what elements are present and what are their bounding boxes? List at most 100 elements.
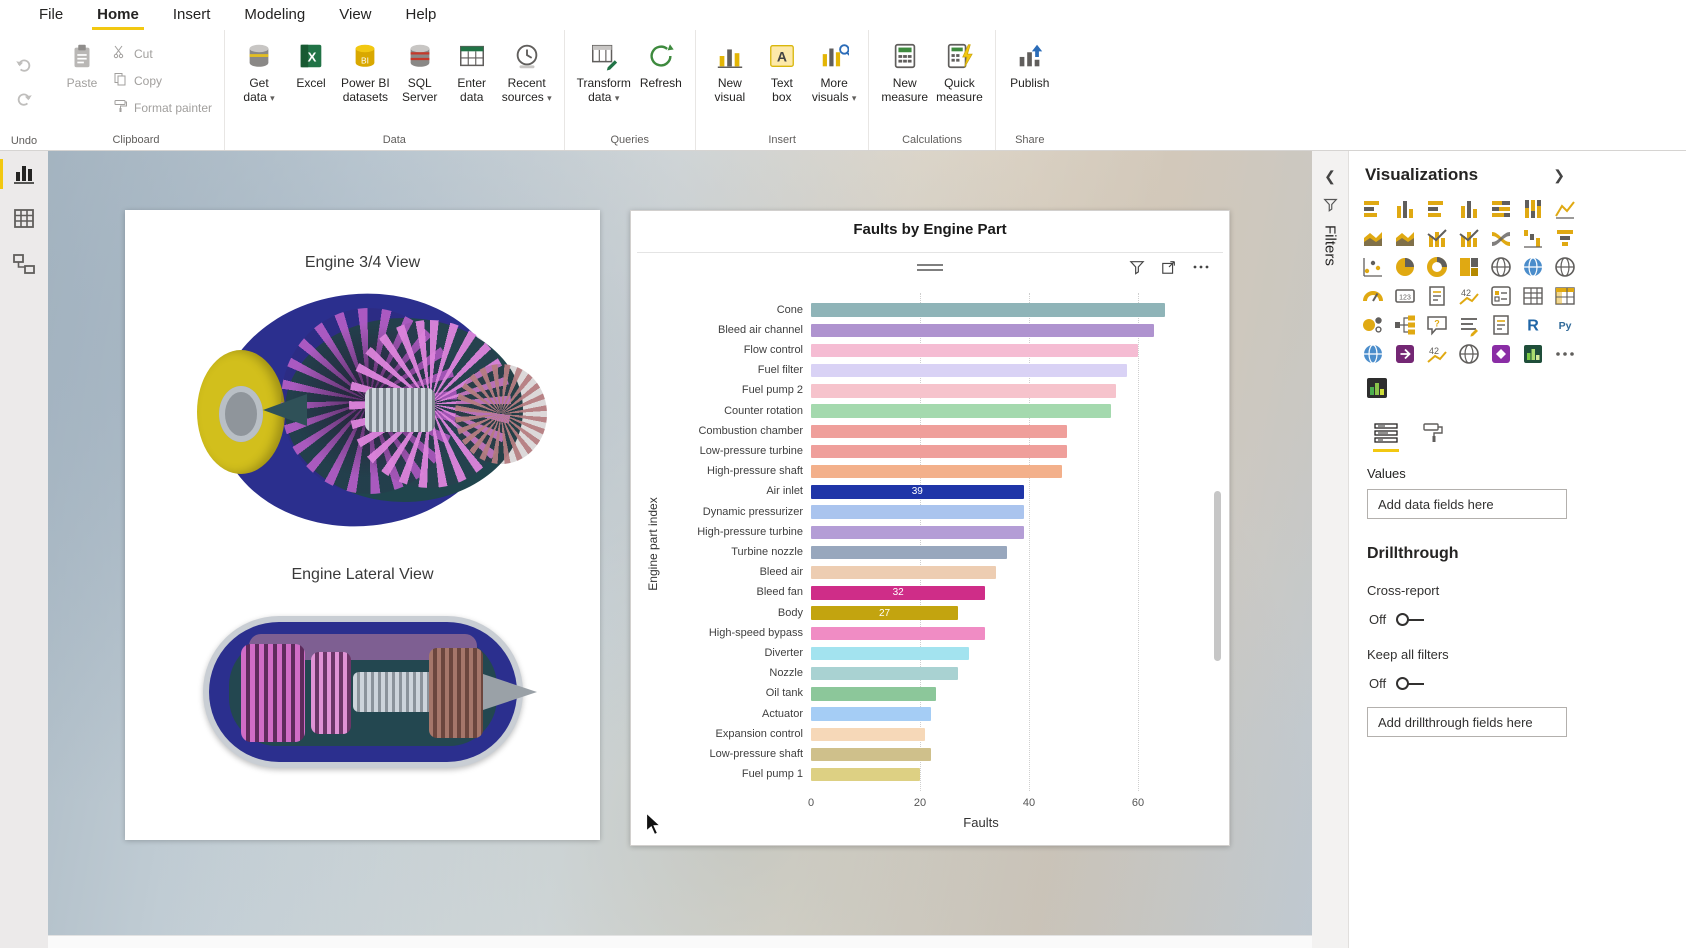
menu-item-view[interactable]: View (322, 0, 388, 30)
key-influencers-icon[interactable] (1361, 313, 1385, 337)
paginated-report-icon[interactable] (1489, 313, 1513, 337)
ribbon-chart-icon[interactable] (1489, 226, 1513, 250)
kpi-icon[interactable]: 42 (1457, 284, 1481, 308)
bar-expansion-control[interactable] (811, 728, 925, 742)
table-icon[interactable] (1521, 284, 1545, 308)
get-data-button[interactable]: Getdata ▾ (233, 36, 285, 105)
bar-high-speed-bypass[interactable] (811, 627, 985, 641)
bar-fuel-pump-2[interactable] (811, 384, 1116, 398)
imported-custom-visual[interactable] (1365, 376, 1686, 405)
cut-button[interactable]: Cut (112, 44, 212, 63)
format-tab[interactable] (1421, 421, 1445, 452)
cross-report-toggle[interactable] (1396, 613, 1424, 626)
bar-diverter[interactable] (811, 647, 969, 661)
keep-all-filters-toggle[interactable] (1396, 677, 1424, 690)
stacked-column-chart-icon[interactable] (1393, 197, 1417, 221)
stacked-area-chart-icon[interactable] (1393, 226, 1417, 250)
visual-faults-chart[interactable]: Faults by Engine Part Engine part index … (630, 210, 1230, 846)
bar-combustion-chamber[interactable] (811, 425, 1067, 439)
chart-vertical-scrollbar[interactable] (1214, 491, 1221, 661)
copy-button[interactable]: Copy (112, 71, 212, 90)
menu-item-file[interactable]: File (22, 0, 80, 30)
map-icon[interactable] (1489, 255, 1513, 279)
enter-data-button[interactable]: Enterdata (446, 36, 498, 104)
add-data-fields-well[interactable]: Add data fields here (1367, 489, 1567, 519)
fields-tab[interactable] (1373, 421, 1399, 452)
100-stacked-column-chart-icon[interactable] (1521, 197, 1545, 221)
python-visual-icon[interactable]: Py (1553, 313, 1577, 337)
bar-flow-control[interactable] (811, 344, 1138, 358)
clustered-bar-chart-icon[interactable] (1425, 197, 1449, 221)
donut-chart-icon[interactable] (1425, 255, 1449, 279)
more-options-icon[interactable] (1553, 342, 1577, 366)
filters-pane-title[interactable]: Filters (1322, 225, 1339, 266)
undo-icon[interactable] (15, 48, 33, 82)
line-and-stacked-column-chart-icon[interactable] (1425, 226, 1449, 250)
line-chart-icon[interactable] (1553, 197, 1577, 221)
decomposition-tree-icon[interactable] (1393, 313, 1417, 337)
bar-bleed-air-channel[interactable] (811, 324, 1154, 338)
area-chart-icon[interactable] (1361, 226, 1385, 250)
bar-cone[interactable] (811, 303, 1165, 317)
custom-visual-icon[interactable] (1521, 342, 1545, 366)
matrix-icon[interactable] (1553, 284, 1577, 308)
waterfall-chart-icon[interactable] (1521, 226, 1545, 250)
funnel-chart-icon[interactable] (1553, 226, 1577, 250)
new-visual-button[interactable]: Newvisual (704, 36, 756, 104)
power-bi-datasets-button[interactable]: BIPower BIdatasets (337, 36, 394, 104)
format-painter-button[interactable]: Format painter (112, 98, 212, 117)
redo-icon[interactable] (15, 82, 33, 116)
qa-visual-icon[interactable]: ? (1425, 313, 1449, 337)
menu-item-home[interactable]: Home (80, 0, 156, 30)
report-view-button[interactable] (0, 151, 48, 197)
paste-button[interactable]: Paste (56, 36, 108, 90)
bar-bleed-fan[interactable]: 32 (811, 586, 985, 600)
report-canvas[interactable]: Engine 3/4 View Engine Lateral View (48, 151, 1312, 948)
add-drillthrough-fields-well[interactable]: Add drillthrough fields here (1367, 707, 1567, 737)
filters-funnel-icon[interactable] (1312, 191, 1348, 217)
transform-data-button[interactable]: Transformdata ▾ (573, 36, 635, 105)
multi-row-card-icon[interactable] (1425, 284, 1449, 308)
collapse-visualizations-chevron-icon[interactable]: ❯ (1549, 167, 1569, 184)
pie-chart-icon[interactable] (1393, 255, 1417, 279)
stacked-bar-chart-icon[interactable] (1361, 197, 1385, 221)
menu-item-modeling[interactable]: Modeling (227, 0, 322, 30)
refresh-button[interactable]: Refresh (635, 36, 687, 90)
menu-item-insert[interactable]: Insert (156, 0, 228, 30)
azure-map-icon[interactable] (1457, 342, 1481, 366)
bar-counter-rotation[interactable] (811, 404, 1111, 418)
clustered-column-chart-icon[interactable] (1457, 197, 1481, 221)
bar-low-pressure-turbine[interactable] (811, 445, 1067, 459)
bar-body[interactable]: 27 (811, 606, 958, 620)
bar-fuel-filter[interactable] (811, 364, 1127, 378)
excel-button[interactable]: XExcel (285, 36, 337, 90)
shape-map-icon[interactable] (1553, 255, 1577, 279)
bar-low-pressure-shaft[interactable] (811, 748, 931, 762)
bar-oil-tank[interactable] (811, 687, 936, 701)
smart-narrative-icon[interactable] (1457, 313, 1481, 337)
visual-engine-images[interactable]: Engine 3/4 View Engine Lateral View (125, 210, 600, 840)
treemap-icon[interactable] (1457, 255, 1481, 279)
publish-button[interactable]: Publish (1004, 36, 1056, 90)
bar-nozzle[interactable] (811, 667, 958, 681)
arcgis-map-icon[interactable] (1361, 342, 1385, 366)
slicer-icon[interactable] (1489, 284, 1513, 308)
gauge-icon[interactable] (1361, 284, 1385, 308)
more-visuals-button[interactable]: Morevisuals ▾ (808, 36, 861, 105)
power-automate-icon[interactable] (1393, 342, 1417, 366)
power-apps-icon[interactable] (1489, 342, 1513, 366)
line-and-clustered-column-chart-icon[interactable] (1457, 226, 1481, 250)
new-measure-button[interactable]: Newmeasure (877, 36, 932, 104)
menu-item-help[interactable]: Help (389, 0, 454, 30)
bar-air-inlet[interactable]: 39 (811, 485, 1024, 499)
sql-server-button[interactable]: SQLServer (394, 36, 446, 104)
quick-measure-button[interactable]: Quickmeasure (932, 36, 987, 104)
horizontal-scrollbar[interactable] (48, 935, 1312, 948)
card-icon[interactable]: 123 (1393, 284, 1417, 308)
recent-sources-button[interactable]: Recentsources ▾ (498, 36, 556, 105)
model-view-button[interactable] (0, 243, 48, 289)
data-view-button[interactable] (0, 197, 48, 243)
filled-map-icon[interactable] (1521, 255, 1545, 279)
bar-bleed-air[interactable] (811, 566, 996, 580)
bar-dynamic-pressurizer[interactable] (811, 505, 1024, 519)
